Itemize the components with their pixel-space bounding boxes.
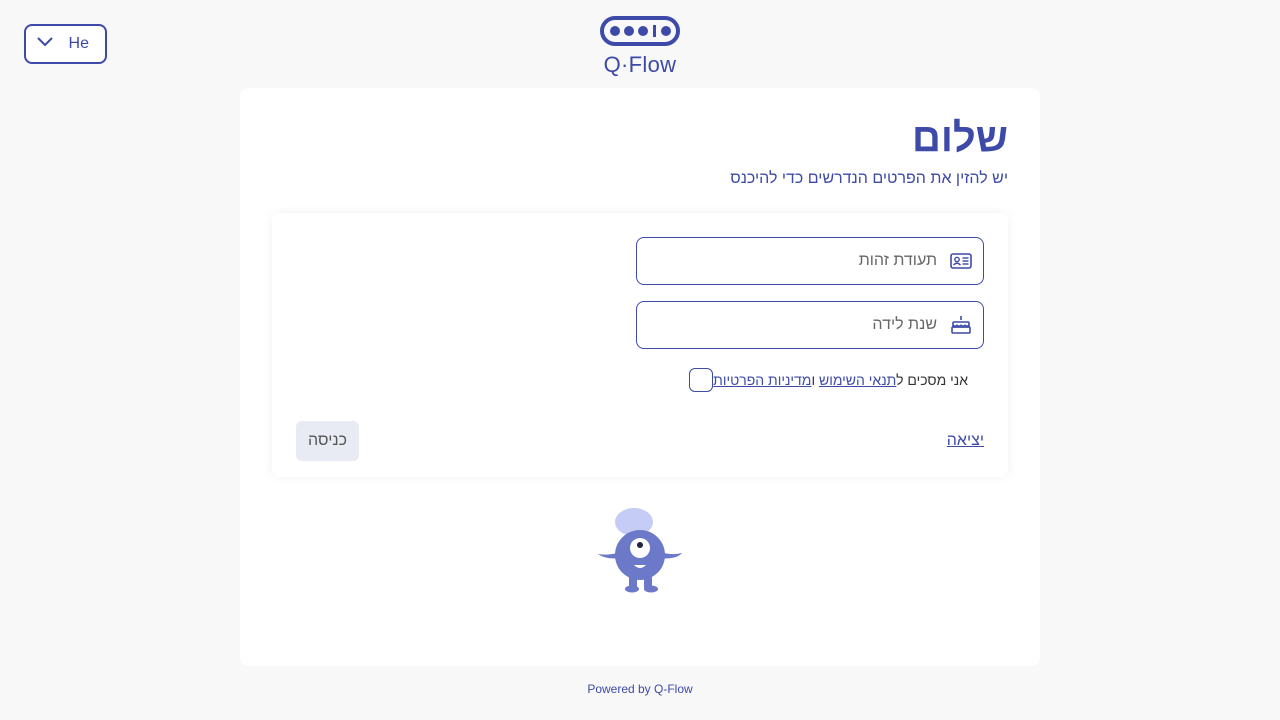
logo-icon <box>600 16 680 46</box>
birth-year-field[interactable] <box>636 301 984 349</box>
cake-icon <box>949 313 973 337</box>
id-card-icon <box>949 249 973 273</box>
consent-text: אני מסכים לתנאי השימוש ומדיניות הפרטיות <box>713 372 968 388</box>
brand-logo: Q·Flow <box>596 14 684 77</box>
chevron-down-icon <box>36 35 54 53</box>
powered-by-footer: Powered by Q-Flow <box>587 682 693 696</box>
language-label: He <box>68 35 89 52</box>
consent-checkbox[interactable] <box>689 368 714 392</box>
login-form: אני מסכים לתנאי השימוש ומדיניות הפרטיות … <box>272 213 1008 477</box>
exit-link[interactable]: יציאה <box>947 432 984 450</box>
mascot-illustration <box>596 508 686 596</box>
page-subtitle: יש להזין את הפרטים הנדרשים כדי להיכנס <box>730 170 1008 187</box>
brand-name: Q·Flow <box>603 52 677 77</box>
enter-button[interactable]: כניסה <box>296 421 359 461</box>
consent-and: ו <box>811 372 819 388</box>
consent-prefix: אני מסכים ל <box>896 372 968 388</box>
birth-year-input[interactable] <box>647 302 937 348</box>
login-card: שלום יש להזין את הפרטים הנדרשים כדי להיכ… <box>240 88 1040 666</box>
language-select[interactable]: He <box>24 24 107 64</box>
id-field[interactable] <box>636 237 984 285</box>
id-input[interactable] <box>647 238 937 284</box>
terms-link[interactable]: תנאי השימוש <box>819 372 896 388</box>
page-title: שלום <box>912 116 1008 160</box>
privacy-link[interactable]: מדיניות הפרטיות <box>713 372 811 388</box>
consent-row: אני מסכים לתנאי השימוש ומדיניות הפרטיות <box>689 368 984 392</box>
